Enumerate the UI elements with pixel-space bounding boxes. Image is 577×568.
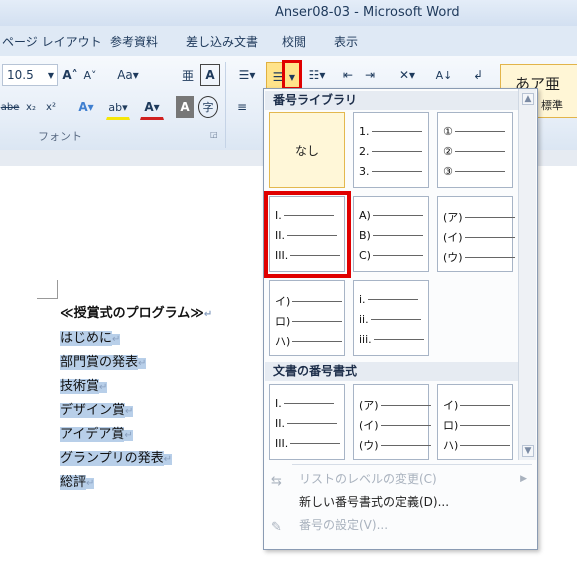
tab-references[interactable]: 参考資料 <box>110 33 158 50</box>
dialog-launcher-icon[interactable]: ◲ <box>210 130 218 139</box>
font-size-value: 10.5 <box>7 68 34 82</box>
subscript-icon[interactable]: x₂ <box>22 96 40 118</box>
enclosed-char-icon[interactable]: 字 <box>198 96 218 118</box>
style-name: 標準 <box>541 99 563 112</box>
phonetic-guide-icon[interactable]: 亜 <box>178 64 198 86</box>
doc-format-tile-roman-upper[interactable]: I. II. III. <box>269 384 345 460</box>
gallery-scrollbar[interactable]: ▲ ▼ <box>518 89 536 460</box>
strikethrough-icon[interactable]: abe <box>0 96 20 118</box>
change-case-icon[interactable]: Aa▾ <box>112 64 144 86</box>
menu-set-numbering-value[interactable]: ✎ 番号の設定(V)... <box>265 514 535 536</box>
grow-font-icon[interactable]: A˄ <box>60 64 80 86</box>
increase-indent-icon[interactable]: ⇥ <box>360 64 380 86</box>
group-divider <box>225 62 226 148</box>
shrink-font-icon[interactable]: A˅ <box>80 64 100 86</box>
align-left-icon[interactable]: ≡ <box>232 96 252 118</box>
font-color-icon[interactable]: A▾ <box>140 96 164 120</box>
none-label: なし <box>294 144 319 158</box>
bullets-icon[interactable]: ☰▾ <box>232 64 262 86</box>
numbering-dropdown: 番号ライブラリ なし 1. 2. 3. ① ② ③ I. II. III. A)… <box>263 88 538 550</box>
distributed-icon[interactable]: ✕▾ <box>392 64 422 86</box>
pencil-icon: ✎ <box>271 520 282 535</box>
text-effects-icon[interactable]: A▾ <box>74 96 98 118</box>
doc-line[interactable]: 総評↵ <box>60 471 95 490</box>
tab-mailings[interactable]: 差し込み文書 <box>186 33 258 50</box>
paragraph-mark-icon[interactable]: ↲ <box>468 64 488 86</box>
decrease-indent-icon[interactable]: ⇤ <box>338 64 358 86</box>
doc-line[interactable]: はじめに↵ <box>60 327 121 346</box>
doc-line[interactable]: アイデア賞↵ <box>60 423 133 442</box>
document-formats-header: 文書の番号書式 <box>265 362 518 381</box>
menu-define-new-format[interactable]: 新しい番号書式の定義(D)... <box>265 491 535 513</box>
highlight-box-roman-tile <box>264 191 351 278</box>
menu-change-list-level[interactable]: ⇆ リストのレベルの変更(C) ▶ <box>265 468 535 490</box>
doc-format-tile-iroha[interactable]: イ) ロ) ハ) <box>437 384 513 460</box>
list-level-icon: ⇆ <box>271 474 282 489</box>
numbering-none-tile[interactable]: なし <box>269 112 345 188</box>
numbering-tile-circled[interactable]: ① ② ③ <box>437 112 513 188</box>
char-shading-icon[interactable]: A <box>176 96 194 118</box>
font-size-box[interactable]: 10.5 ▼ <box>2 64 58 86</box>
sort-icon[interactable]: A↓ <box>432 64 456 86</box>
highlight-box-dropdown <box>282 60 302 90</box>
font-group-label: フォント <box>38 130 82 143</box>
scroll-down-icon[interactable]: ▼ <box>522 445 534 457</box>
doc-format-tile-katakana[interactable]: (ア) (イ) (ウ) <box>353 384 431 460</box>
tab-page-layout[interactable]: ページ レイアウト <box>2 33 102 50</box>
scroll-up-icon[interactable]: ▲ <box>522 93 534 105</box>
margin-corner <box>37 280 58 299</box>
numbering-tile-roman-lower[interactable]: i. ii. iii. <box>353 280 429 356</box>
window-title: Anser08-03 - Microsoft Word <box>275 5 460 20</box>
doc-heading[interactable]: ≪授賞式のプログラム≫↵ <box>60 302 212 321</box>
doc-line[interactable]: 部門賞の発表↵ <box>60 351 147 370</box>
numbering-tile-iroha[interactable]: イ) ロ) ハ) <box>269 280 345 356</box>
submenu-arrow-icon: ▶ <box>520 474 527 484</box>
tab-review[interactable]: 校閲 <box>282 33 306 50</box>
tab-view[interactable]: 表示 <box>334 33 358 50</box>
char-border-icon[interactable]: A <box>200 64 220 86</box>
numbering-library-header: 番号ライブラリ <box>265 91 518 110</box>
menu-divider <box>292 464 532 465</box>
numbering-tile-arabic[interactable]: 1. 2. 3. <box>353 112 429 188</box>
chevron-down-icon: ▼ <box>47 70 54 80</box>
ribbon-tabs: ページ レイアウト 参考資料 差し込み文書 校閲 表示 <box>0 26 577 56</box>
doc-line[interactable]: グランプリの発表↵ <box>60 447 173 466</box>
multilevel-list-icon[interactable]: ☷▾ <box>304 64 330 86</box>
numbering-tile-katakana[interactable]: (ア) (イ) (ウ) <box>437 196 515 272</box>
highlight-icon[interactable]: ab▾ <box>106 96 130 120</box>
numbering-tile-alpha[interactable]: A) B) C) <box>353 196 429 272</box>
doc-line[interactable]: デザイン賞↵ <box>60 399 134 418</box>
doc-line[interactable]: 技術賞↵ <box>60 375 108 394</box>
title-bar: Anser08-03 - Microsoft Word <box>0 0 577 27</box>
superscript-icon[interactable]: x² <box>42 96 60 118</box>
